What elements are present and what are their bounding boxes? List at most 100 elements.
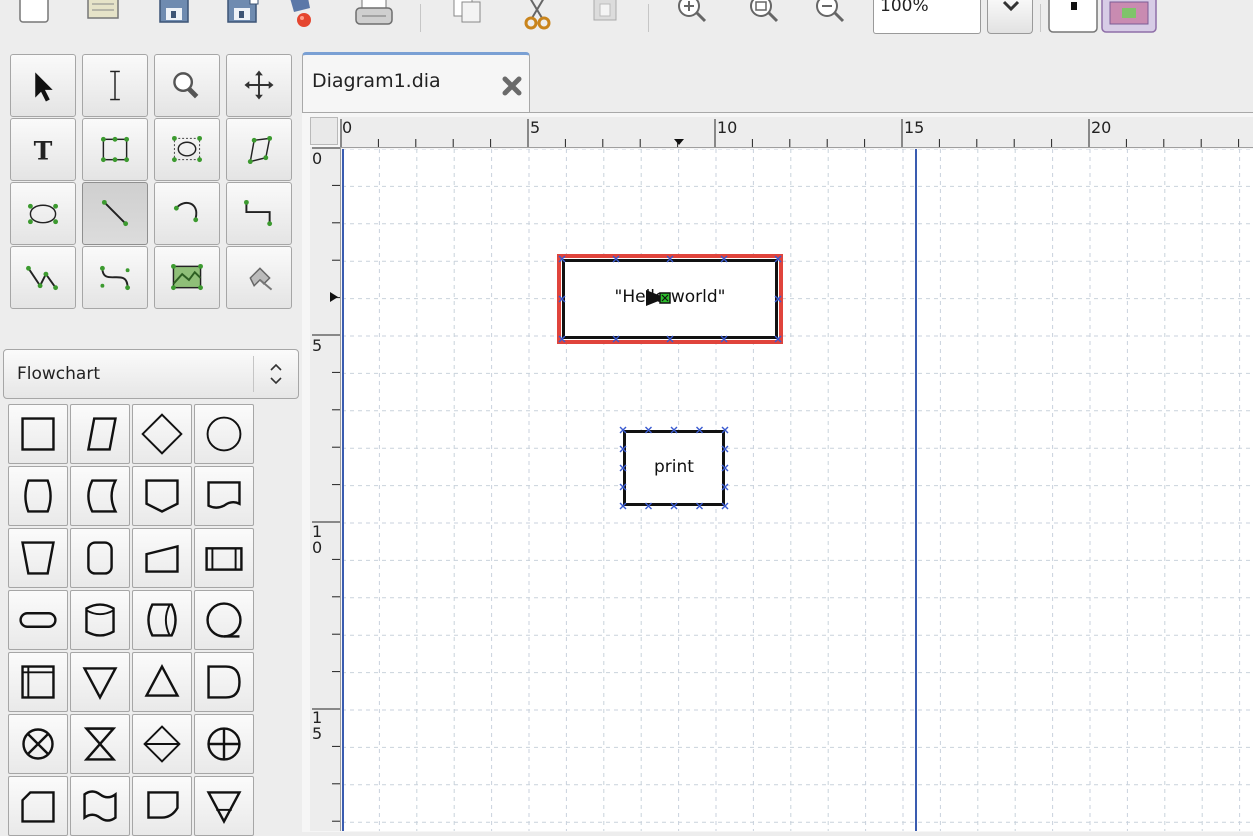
diagram-canvas[interactable]: "Hello world" print (342, 149, 1253, 831)
zoom-out-icon[interactable] (808, 0, 852, 34)
zoom-in-icon[interactable] (670, 0, 714, 34)
flowchart-ellipse-icon[interactable] (194, 404, 254, 464)
flowchart-internal-storage-icon[interactable] (8, 652, 68, 712)
paste-icon[interactable] (584, 0, 628, 34)
fill-color-icon[interactable] (1100, 0, 1160, 34)
beziergon-tool-icon (27, 203, 59, 225)
toolbox-panel: T Flowchart (0, 48, 302, 836)
polyline-tool-icon (26, 265, 59, 291)
save-as-icon[interactable] (220, 0, 264, 34)
new-diagram-icon[interactable] (12, 0, 56, 34)
ruler-label: 0 (312, 149, 323, 168)
ruler-label: 10 (717, 118, 738, 137)
flowchart-offline-storage-icon[interactable] (194, 776, 254, 836)
image-tool-icon (171, 263, 203, 291)
flowchart-stored-data-icon[interactable] (70, 466, 130, 526)
flowchart-punched-tape-icon[interactable] (70, 776, 130, 836)
save-icon[interactable] (152, 0, 196, 34)
flowchart-summing-junction-icon[interactable] (8, 714, 68, 774)
flowchart-offpage-connector-icon[interactable] (132, 466, 192, 526)
ellipse-tool-icon (171, 135, 203, 163)
line-tool[interactable] (82, 182, 148, 245)
text-edit-tool-icon (110, 70, 120, 101)
close-tab-icon[interactable] (501, 75, 523, 97)
line-color-icon[interactable] (1048, 0, 1100, 34)
arc-tool-icon (173, 201, 199, 223)
scroll-tool-icon (244, 70, 274, 100)
cut-icon[interactable] (516, 0, 560, 34)
ruler-corner (310, 117, 338, 145)
zigzag-line-tool[interactable] (226, 182, 292, 245)
ruler-label: 1 0 (312, 522, 323, 557)
box-tool[interactable] (82, 118, 148, 181)
flowchart-preparation-icon[interactable] (8, 466, 68, 526)
flowchart-magnetic-disk-icon[interactable] (70, 590, 130, 650)
flowchart-document-icon[interactable] (194, 466, 254, 526)
scroll-tool[interactable] (226, 54, 292, 117)
flowchart-card-icon[interactable] (8, 776, 68, 836)
ruler-label: 20 (1091, 118, 1112, 137)
polygon-tool[interactable] (226, 118, 292, 181)
main-toolbar: 100% (0, 0, 1253, 48)
svg-text:T: T (34, 136, 53, 166)
pointer-tool-icon (35, 72, 53, 102)
flowchart-diamond-icon[interactable] (132, 404, 192, 464)
ruler-label: 15 (904, 118, 925, 137)
flowchart-sequential-access-icon[interactable] (194, 590, 254, 650)
outline-tool[interactable] (226, 246, 292, 309)
zoom-level-value: 100% (880, 0, 929, 16)
flowchart-merge-icon[interactable] (70, 652, 130, 712)
beziergon-tool[interactable] (10, 182, 76, 245)
canvas-grid (342, 149, 1253, 831)
shape-sheet-selector[interactable]: Flowchart (3, 349, 299, 399)
open-file-icon[interactable] (80, 0, 124, 34)
ruler-label: 5 (312, 336, 323, 355)
flowchart-predefined-process-icon[interactable] (194, 528, 254, 588)
flowchart-terminal-icon[interactable] (8, 590, 68, 650)
text-edit-tool[interactable] (82, 54, 148, 117)
horizontal-ruler: 0 5 10 15 20 (340, 117, 1253, 148)
copy-icon[interactable] (446, 0, 490, 34)
export-icon[interactable] (284, 0, 328, 34)
box-tool-icon (100, 136, 130, 163)
bezier-line-tool-icon (99, 265, 131, 291)
pointer-tool[interactable] (10, 54, 76, 117)
text-tool[interactable]: T (10, 118, 76, 181)
flowchart-collate-icon[interactable] (70, 714, 130, 774)
flowchart-sort-icon[interactable] (132, 714, 192, 774)
flowchart-manual-operation-icon[interactable] (8, 528, 68, 588)
image-tool[interactable] (154, 246, 220, 309)
flowchart-delay-icon[interactable] (194, 652, 254, 712)
zoom-level-input[interactable]: 100% (873, 0, 981, 34)
vertical-ruler: 0 5 1 0 1 5 (310, 147, 341, 831)
tab-diagram1[interactable]: Diagram1.dia (302, 52, 530, 112)
ellipse-tool[interactable] (154, 118, 220, 181)
polygon-tool-icon (247, 135, 273, 165)
flowchart-alternate-process-icon[interactable] (70, 528, 130, 588)
connector-endpoint-arrow-icon[interactable] (646, 287, 676, 309)
zigzag-line-tool-icon (243, 199, 273, 227)
toolbar-separator (1040, 4, 1041, 32)
line-tool-icon (101, 199, 129, 227)
text-tool-icon: T (34, 136, 53, 166)
bezier-line-tool[interactable] (82, 246, 148, 309)
chevron-down-icon (1002, 0, 1020, 12)
flowchart-display-icon[interactable] (132, 776, 192, 836)
flowchart-parallelogram-icon[interactable] (70, 404, 130, 464)
polyline-tool[interactable] (10, 246, 76, 309)
flowchart-box-icon[interactable] (8, 404, 68, 464)
zoom-dropdown-button[interactable] (987, 0, 1033, 34)
magnify-tool-icon (173, 72, 199, 99)
magnify-tool[interactable] (154, 54, 220, 117)
flowchart-manual-input-icon[interactable] (132, 528, 192, 588)
ruler-label: 1 5 (312, 708, 323, 743)
print-icon[interactable] (352, 0, 396, 34)
flowchart-direct-access-storage-icon[interactable] (132, 590, 192, 650)
toolbar-separator (648, 4, 649, 32)
sheet-selector-label: Flowchart (17, 364, 100, 384)
flowchart-extract-icon[interactable] (132, 652, 192, 712)
ruler-label: 0 (342, 118, 353, 137)
zoom-fit-icon[interactable] (742, 0, 786, 34)
flowchart-or-icon[interactable] (194, 714, 254, 774)
arc-tool[interactable] (154, 182, 220, 245)
